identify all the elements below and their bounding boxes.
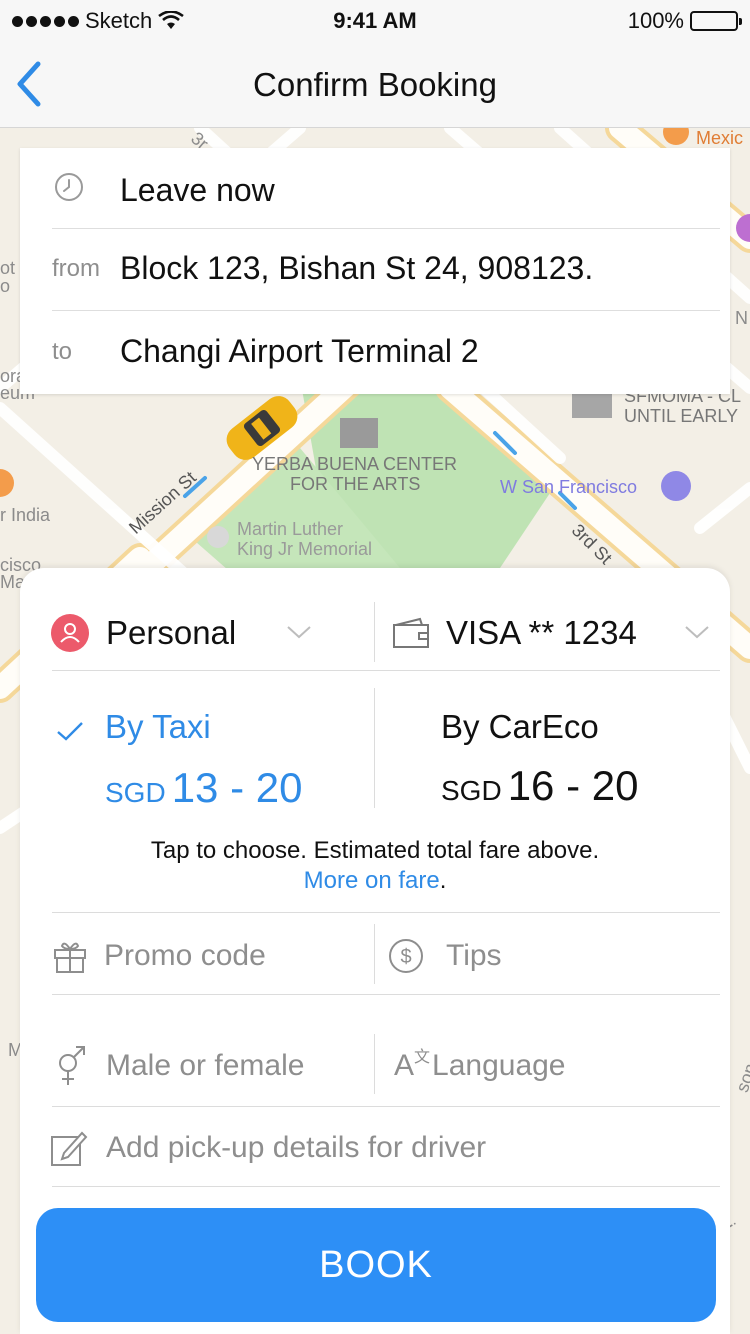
edit-icon [51,1131,88,1166]
pickup-address: Block 123, Bishan St 24, 908123. [120,250,594,286]
wallet-icon [393,617,429,648]
battery-status: 100% [627,8,742,34]
map-label: r India [0,505,51,525]
chevron-down-icon[interactable] [684,624,710,640]
map-label: o [0,276,11,296]
profile-label: Personal [106,614,237,651]
dollar-icon: $ [389,939,423,973]
pickup-row[interactable]: from Block 123, Bishan St 24, 908123. [52,228,720,308]
map-label: Mexic [696,128,744,148]
battery-icon [690,11,742,31]
book-button[interactable]: BOOK [36,1208,716,1322]
fare-range: 13 - 20 [171,764,303,811]
status-bar: Sketch 9:41 AM 100% [0,0,750,40]
translate-icon: A文 [394,1049,431,1082]
option-fare: SGD 13 - 20 [105,764,302,812]
clock-icon [52,170,120,211]
pickup-details-placeholder: Add pick-up details for driver [106,1131,487,1164]
map-label: Martin Luther [237,519,344,539]
currency: SGD [441,775,502,806]
gift-icon [54,942,86,973]
chevron-down-icon[interactable] [286,624,312,640]
dropoff-address: Changi Airport Terminal 2 [120,333,479,369]
map-label: N [735,308,748,328]
dropoff-row[interactable]: to Changi Airport Terminal 2 [52,310,720,392]
to-label: to [52,337,73,365]
option-fare: SGD 16 - 20 [441,762,638,810]
more-on-fare-link[interactable]: More on fare [304,867,440,894]
gender-icon [59,1046,85,1085]
promo-placeholder: Promo code [104,939,266,972]
checkmark-icon [57,722,83,741]
person-icon [51,614,89,652]
departure-time-row[interactable]: Leave now [52,150,720,230]
departure-time: Leave now [120,171,275,208]
battery-percent: 100% [627,8,684,33]
payment-selector[interactable]: VISA ** 1234 [392,608,682,658]
nav-bar: Confirm Booking [0,40,750,128]
map-label: YERBA BUENA CENTER [252,454,458,474]
map-label: UNTIL EARLY [624,406,739,426]
language-placeholder: Language [432,1049,566,1082]
trip-card: Leave now from Block 123, Bishan St 24, … [20,148,730,394]
map-label: King Jr Memorial [237,539,373,559]
fare-note: Tap to choose. Estimated total fare abov… [20,836,730,896]
gender-placeholder: Male or female [106,1049,305,1082]
driver-gender-field[interactable]: Male or female [54,1038,364,1094]
fare-note-text: Tap to choose. Estimated total fare abov… [150,837,600,864]
pickup-details-field[interactable]: Add pick-up details for driver [50,1120,710,1176]
option-title: By CarEco [441,708,599,745]
fare-note-period: . [439,867,447,894]
payment-label: VISA ** 1234 [446,614,637,651]
tips-placeholder: Tips [446,939,502,972]
driver-language-field[interactable]: A文 Language [394,1038,694,1094]
promo-code-field[interactable]: Promo code [52,928,362,984]
page-title: Confirm Booking [253,66,497,103]
map-label: W San Francisco [500,477,638,497]
svg-text:$: $ [400,946,411,968]
option-title: By Taxi [105,708,211,745]
map-label: FOR THE ARTS [290,474,421,494]
fare-range: 16 - 20 [507,762,639,809]
currency: SGD [105,777,166,808]
tips-field[interactable]: $ Tips [388,928,688,984]
from-label: from [52,254,100,282]
booking-sheet: Personal VISA ** 1234 By Taxi SGD 13 - 2… [20,568,730,1334]
